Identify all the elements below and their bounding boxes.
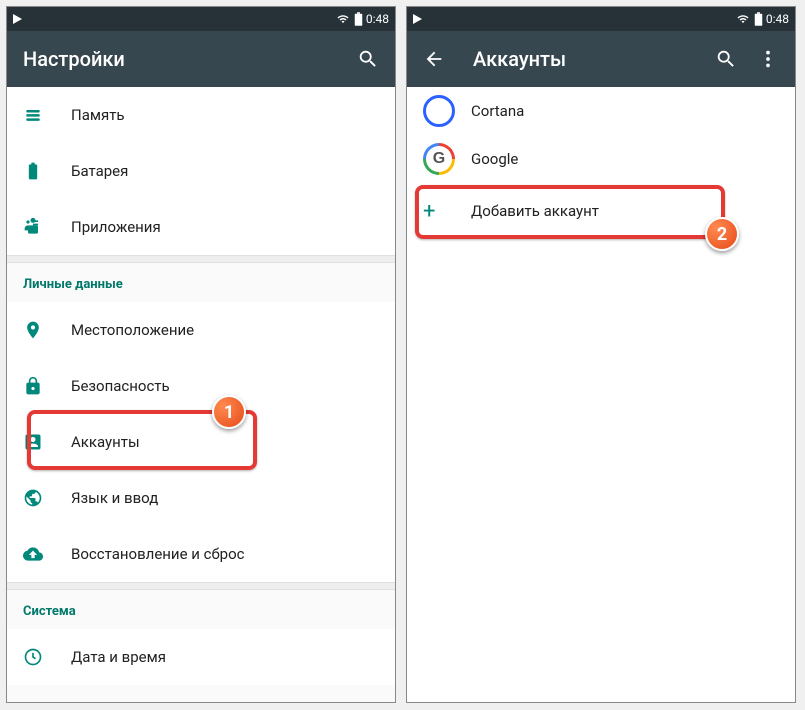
apps-icon bbox=[23, 217, 43, 237]
google-icon bbox=[423, 143, 455, 175]
item-label: Язык и ввод bbox=[71, 489, 158, 507]
step-badge-2: 2 bbox=[705, 217, 739, 251]
language-icon bbox=[23, 488, 43, 508]
item-label: Добавить аккаунт bbox=[471, 202, 599, 220]
item-label: Cortana bbox=[471, 102, 524, 120]
settings-list: Память Батарея Приложения Личные данные … bbox=[7, 87, 395, 702]
item-label: Безопасность bbox=[71, 377, 170, 395]
battery-icon bbox=[23, 161, 43, 181]
account-icon bbox=[23, 432, 43, 452]
clock-text: 0:48 bbox=[366, 12, 389, 26]
accounts-list: Cortana Google + Добавить аккаунт bbox=[407, 87, 795, 702]
search-icon[interactable] bbox=[715, 48, 737, 70]
settings-item-battery[interactable]: Батарея bbox=[7, 143, 395, 199]
item-label: Дата и время bbox=[71, 648, 166, 666]
app-bar: Аккаунты bbox=[407, 31, 795, 87]
cortana-icon bbox=[423, 95, 455, 127]
settings-item-apps[interactable]: Приложения bbox=[7, 199, 395, 255]
battery-icon bbox=[754, 12, 763, 26]
item-label: Местоположение bbox=[71, 321, 194, 339]
settings-item-accounts[interactable]: Аккаунты bbox=[7, 414, 395, 470]
account-item-cortana[interactable]: Cortana bbox=[407, 87, 795, 135]
clock-text: 0:48 bbox=[766, 12, 789, 26]
step-badge-1: 1 bbox=[212, 395, 246, 429]
settings-item-datetime[interactable]: Дата и время bbox=[7, 629, 395, 685]
item-label: Аккаунты bbox=[71, 433, 140, 451]
clock-icon bbox=[23, 647, 43, 667]
app-bar: Настройки bbox=[7, 31, 395, 87]
item-label: Приложения bbox=[71, 218, 161, 236]
item-label: Батарея bbox=[71, 162, 128, 180]
play-store-icon bbox=[13, 14, 22, 24]
wifi-icon bbox=[335, 13, 351, 25]
page-title: Настройки bbox=[23, 47, 357, 71]
page-title: Аккаунты bbox=[473, 47, 715, 71]
battery-icon bbox=[354, 12, 363, 26]
item-label: Восстановление и сброс bbox=[71, 545, 244, 563]
status-bar: 0:48 bbox=[407, 7, 795, 31]
search-icon[interactable] bbox=[357, 48, 379, 70]
back-button[interactable] bbox=[423, 48, 445, 70]
plus-icon: + bbox=[423, 199, 435, 224]
settings-item-language[interactable]: Язык и ввод bbox=[7, 470, 395, 526]
memory-icon bbox=[23, 105, 43, 125]
location-icon bbox=[23, 320, 43, 340]
section-header-personal: Личные данные bbox=[7, 263, 395, 302]
more-icon[interactable] bbox=[757, 48, 779, 70]
settings-item-memory[interactable]: Память bbox=[7, 87, 395, 143]
section-header-system: Система bbox=[7, 590, 395, 629]
settings-item-backup[interactable]: Восстановление и сброс bbox=[7, 526, 395, 582]
settings-item-location[interactable]: Местоположение bbox=[7, 302, 395, 358]
status-bar: 0:48 bbox=[7, 7, 395, 31]
settings-item-security[interactable]: Безопасность bbox=[7, 358, 395, 414]
phone-left-settings: 0:48 Настройки Память Батарея Приложения… bbox=[6, 6, 396, 703]
phone-right-accounts: 0:48 Аккаунты Cortana Google + Добавить … bbox=[406, 6, 796, 703]
account-item-google[interactable]: Google bbox=[407, 135, 795, 183]
item-label: Google bbox=[471, 150, 518, 168]
play-store-icon bbox=[413, 14, 422, 24]
wifi-icon bbox=[735, 13, 751, 25]
lock-icon bbox=[23, 376, 43, 396]
item-label: Память bbox=[71, 106, 125, 124]
backup-icon bbox=[23, 544, 43, 564]
